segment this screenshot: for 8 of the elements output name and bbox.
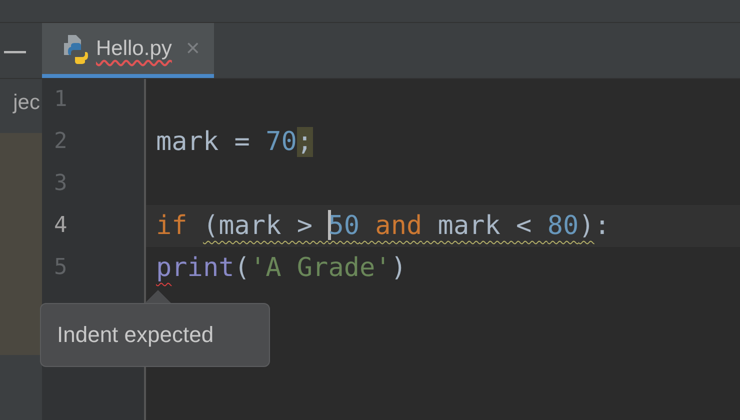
python-file-icon [62,34,88,64]
minimize-icon[interactable]: — [0,38,26,64]
code-line: p rint('A Grade') [156,253,406,283]
editor-tab[interactable]: Hello.py × [42,23,214,78]
project-panel-title: jec [13,91,41,115]
line-number: 4 [53,212,68,240]
code-line: mark = 70; [156,127,313,157]
tooltip-text: Indent expected [57,322,214,348]
